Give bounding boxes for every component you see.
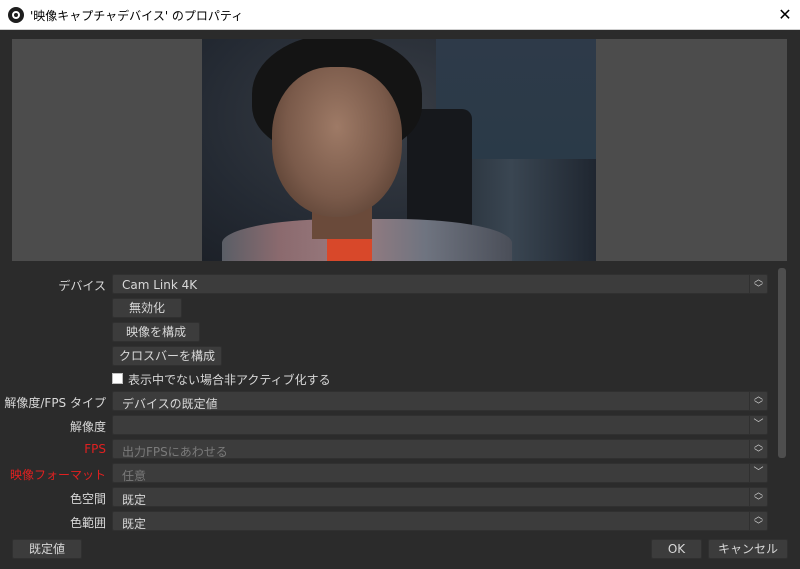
resolution-select[interactable]: ﹀: [112, 415, 768, 435]
device-row: デバイス Cam Link 4K ︿ ﹀: [0, 274, 800, 294]
defaults-button[interactable]: 既定値: [12, 539, 82, 559]
updown-arrows-icon: ︿ ﹀: [749, 488, 767, 507]
color-range-value: 既定: [122, 517, 147, 531]
video-format-row: 映像フォーマット 任意 ﹀: [0, 463, 800, 483]
obs-icon: [8, 7, 24, 23]
device-value: Cam Link 4K: [122, 278, 198, 292]
video-format-select[interactable]: 任意 ﹀: [112, 463, 768, 483]
resolution-label: 解像度: [69, 420, 106, 434]
close-icon[interactable]: ✕: [770, 0, 800, 29]
fps-label: FPS: [84, 442, 106, 456]
updown-arrows-icon: ︿ ﹀: [749, 440, 767, 459]
properties-scrollbar[interactable]: [778, 266, 786, 530]
updown-arrows-icon: ︿ ﹀: [749, 275, 767, 294]
updown-arrows-icon: ︿ ﹀: [749, 512, 767, 531]
color-space-select[interactable]: 既定 ︿ ﹀: [112, 487, 768, 507]
resolution-fps-type-label: 解像度/FPS タイプ: [4, 396, 106, 410]
chevron-down-icon: ﹀: [749, 416, 767, 434]
color-range-label: 色範囲: [69, 516, 106, 530]
disable-button[interactable]: 無効化: [112, 298, 182, 318]
fps-value: 出力FPSにあわせる: [122, 445, 228, 459]
title-bar: '映像キャプチャデバイス' のプロパティ ✕: [0, 0, 800, 30]
preview-area: [12, 39, 787, 261]
video-format-value: 任意: [122, 469, 147, 483]
updown-arrows-icon: ︿ ﹀: [749, 392, 767, 411]
fps-row: FPS 出力FPSにあわせる ︿ ﹀: [0, 439, 800, 459]
video-preview: [202, 39, 596, 261]
video-format-label: 映像フォーマット: [9, 468, 106, 482]
configure-crossbar-button[interactable]: クロスバーを構成: [112, 346, 222, 366]
ok-button[interactable]: OK: [651, 539, 702, 559]
device-select[interactable]: Cam Link 4K ︿ ﹀: [112, 274, 768, 294]
scrollbar-thumb[interactable]: [778, 268, 786, 458]
window-title: '映像キャプチャデバイス' のプロパティ: [30, 9, 244, 23]
cancel-button[interactable]: キャンセル: [708, 539, 788, 559]
chevron-down-icon: ﹀: [749, 464, 767, 482]
color-range-select[interactable]: 既定 ︿ ﹀: [112, 511, 768, 531]
color-space-row: 色空間 既定 ︿ ﹀: [0, 487, 800, 507]
configure-video-button[interactable]: 映像を構成: [112, 322, 200, 342]
deactivate-checkbox-label: 表示中でない場合非アクティブ化する: [128, 373, 331, 387]
color-space-label: 色空間: [69, 492, 106, 506]
resolution-fps-type-row: 解像度/FPS タイプ デバイスの既定値 ︿ ﹀: [0, 391, 800, 411]
resolution-fps-type-select[interactable]: デバイスの既定値 ︿ ﹀: [112, 391, 768, 411]
color-space-value: 既定: [122, 493, 147, 507]
resolution-row: 解像度 ﹀: [0, 415, 800, 435]
resolution-fps-type-value: デバイスの既定値: [122, 397, 218, 411]
device-label: デバイス: [58, 279, 106, 293]
fps-select[interactable]: 出力FPSにあわせる ︿ ﹀: [112, 439, 768, 459]
deactivate-checkbox[interactable]: [112, 373, 123, 384]
color-range-row: 色範囲 既定 ︿ ﹀: [0, 511, 800, 531]
